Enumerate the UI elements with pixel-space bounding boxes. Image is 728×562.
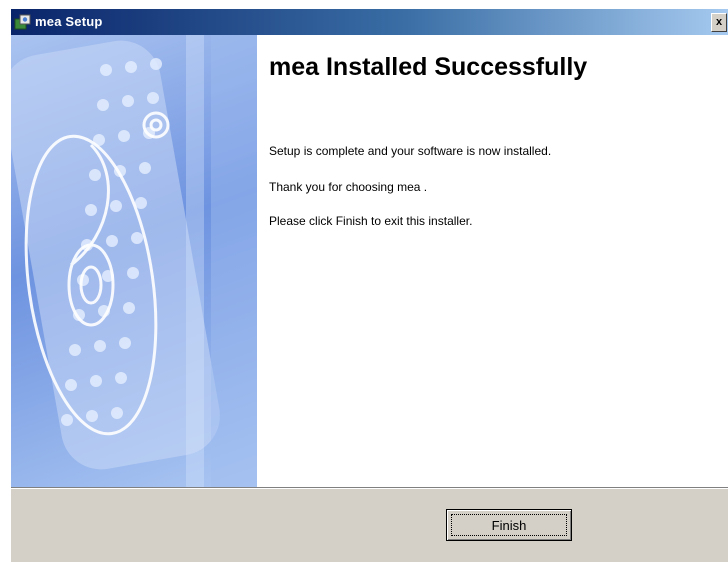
finish-button[interactable]: Finish bbox=[446, 509, 572, 541]
page-title: mea Installed Successfully bbox=[269, 53, 588, 81]
finish-button-label: Finish bbox=[491, 517, 527, 533]
installer-app-icon bbox=[14, 13, 32, 31]
content-panel: mea Installed Successfully Setup is comp… bbox=[257, 35, 728, 487]
thank-you-message: Thank you for choosing mea . bbox=[269, 180, 428, 194]
window-title: mea Setup bbox=[35, 14, 103, 29]
completion-message: Setup is complete and your software is n… bbox=[269, 144, 552, 158]
setup-window: mea Setup x mea Installed Successfully S… bbox=[10, 8, 728, 562]
installer-banner-art bbox=[11, 35, 257, 487]
footer-divider bbox=[11, 487, 728, 489]
title-bar[interactable]: mea Setup x bbox=[11, 9, 728, 35]
close-icon[interactable]: x bbox=[711, 13, 727, 32]
finish-instruction: Please click Finish to exit this install… bbox=[269, 214, 473, 228]
